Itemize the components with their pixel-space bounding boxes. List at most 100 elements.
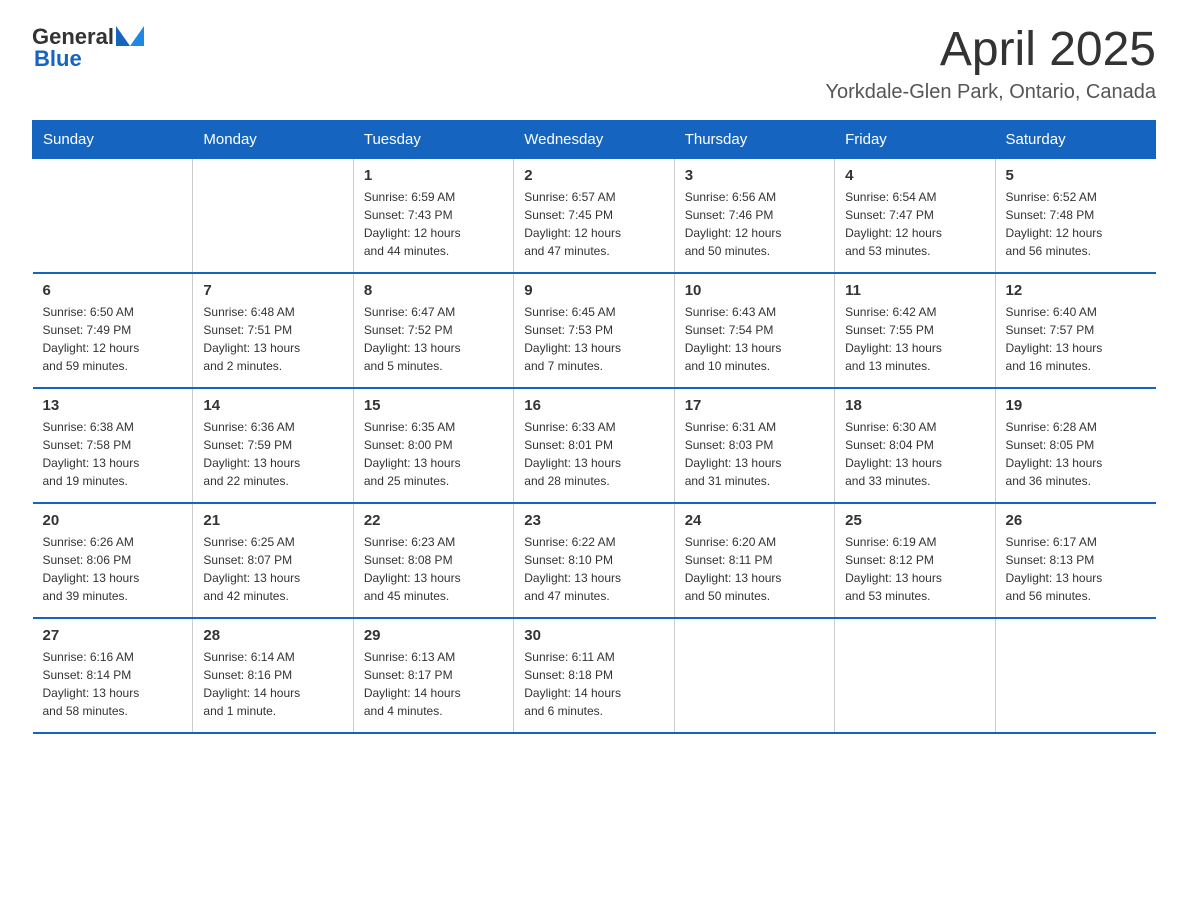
calendar-cell: 22 Sunrise: 6:23 AMSunset: 8:08 PMDayligh… <box>353 503 513 618</box>
day-number: 6 <box>43 282 183 299</box>
day-info: Sunrise: 6:54 AMSunset: 7:47 PMDaylight:… <box>845 188 984 260</box>
day-info: Sunrise: 6:38 AMSunset: 7:58 PMDaylight:… <box>43 418 183 490</box>
calendar-header-friday: Friday <box>835 120 995 158</box>
day-number: 18 <box>845 397 984 414</box>
day-info: Sunrise: 6:35 AMSunset: 8:00 PMDaylight:… <box>364 418 503 490</box>
day-number: 16 <box>524 397 663 414</box>
day-info: Sunrise: 6:26 AMSunset: 8:06 PMDaylight:… <box>43 533 183 605</box>
calendar-cell: 27 Sunrise: 6:16 AMSunset: 8:14 PMDayligh… <box>33 618 193 733</box>
calendar-cell: 19 Sunrise: 6:28 AMSunset: 8:05 PMDayligh… <box>995 388 1155 503</box>
day-info: Sunrise: 6:11 AMSunset: 8:18 PMDaylight:… <box>524 648 663 720</box>
calendar-cell: 30Sunrise: 6:11 AMSunset: 8:18 PMDayligh… <box>514 618 674 733</box>
day-number: 14 <box>203 397 342 414</box>
day-number: 19 <box>1006 397 1146 414</box>
location-subtitle: Yorkdale-Glen Park, Ontario, Canada <box>825 81 1156 104</box>
title-block: April 2025 Yorkdale-Glen Park, Ontario, … <box>825 24 1156 104</box>
day-info: Sunrise: 6:59 AMSunset: 7:43 PMDaylight:… <box>364 188 503 260</box>
day-number: 2 <box>524 167 663 184</box>
day-number: 22 <box>364 512 503 529</box>
calendar-header-thursday: Thursday <box>674 120 834 158</box>
calendar-cell: 1 Sunrise: 6:59 AMSunset: 7:43 PMDaylight… <box>353 158 513 273</box>
day-number: 7 <box>203 282 342 299</box>
calendar-cell: 14 Sunrise: 6:36 AMSunset: 7:59 PMDayligh… <box>193 388 353 503</box>
calendar-cell: 26Sunrise: 6:17 AMSunset: 8:13 PMDayligh… <box>995 503 1155 618</box>
calendar-cell: 17Sunrise: 6:31 AMSunset: 8:03 PMDayligh… <box>674 388 834 503</box>
day-number: 13 <box>43 397 183 414</box>
day-info: Sunrise: 6:33 AMSunset: 8:01 PMDaylight:… <box>524 418 663 490</box>
day-info: Sunrise: 6:52 AMSunset: 7:48 PMDaylight:… <box>1006 188 1146 260</box>
day-info: Sunrise: 6:50 AMSunset: 7:49 PMDaylight:… <box>43 303 183 375</box>
day-number: 9 <box>524 282 663 299</box>
calendar-cell <box>674 618 834 733</box>
calendar-cell: 5 Sunrise: 6:52 AMSunset: 7:48 PMDaylight… <box>995 158 1155 273</box>
day-info: Sunrise: 6:13 AMSunset: 8:17 PMDaylight:… <box>364 648 503 720</box>
calendar-header-saturday: Saturday <box>995 120 1155 158</box>
calendar-header-tuesday: Tuesday <box>353 120 513 158</box>
calendar-cell: 18 Sunrise: 6:30 AMSunset: 8:04 PMDayligh… <box>835 388 995 503</box>
calendar-cell: 7 Sunrise: 6:48 AMSunset: 7:51 PMDaylight… <box>193 273 353 388</box>
day-number: 4 <box>845 167 984 184</box>
calendar-cell <box>835 618 995 733</box>
calendar-cell: 12 Sunrise: 6:40 AMSunset: 7:57 PMDayligh… <box>995 273 1155 388</box>
calendar-cell: 28Sunrise: 6:14 AMSunset: 8:16 PMDayligh… <box>193 618 353 733</box>
calendar-header-wednesday: Wednesday <box>514 120 674 158</box>
day-info: Sunrise: 6:40 AMSunset: 7:57 PMDaylight:… <box>1006 303 1146 375</box>
calendar-cell: 13 Sunrise: 6:38 AMSunset: 7:58 PMDayligh… <box>33 388 193 503</box>
day-number: 25 <box>845 512 984 529</box>
day-number: 17 <box>685 397 824 414</box>
day-info: Sunrise: 6:16 AMSunset: 8:14 PMDaylight:… <box>43 648 183 720</box>
day-number: 15 <box>364 397 503 414</box>
calendar-header-row: SundayMondayTuesdayWednesdayThursdayFrid… <box>33 120 1156 158</box>
day-info: Sunrise: 6:19 AMSunset: 8:12 PMDaylight:… <box>845 533 984 605</box>
day-number: 3 <box>685 167 824 184</box>
calendar-cell: 3Sunrise: 6:56 AMSunset: 7:46 PMDaylight… <box>674 158 834 273</box>
calendar-week-row: 20 Sunrise: 6:26 AMSunset: 8:06 PMDayligh… <box>33 503 1156 618</box>
calendar-cell <box>193 158 353 273</box>
day-info: Sunrise: 6:20 AMSunset: 8:11 PMDaylight:… <box>685 533 824 605</box>
calendar-cell: 2 Sunrise: 6:57 AMSunset: 7:45 PMDaylight… <box>514 158 674 273</box>
day-number: 1 <box>364 167 503 184</box>
day-info: Sunrise: 6:36 AMSunset: 7:59 PMDaylight:… <box>203 418 342 490</box>
calendar-table: SundayMondayTuesdayWednesdayThursdayFrid… <box>32 120 1156 734</box>
calendar-week-row: 13 Sunrise: 6:38 AMSunset: 7:58 PMDayligh… <box>33 388 1156 503</box>
day-number: 10 <box>685 282 824 299</box>
calendar-cell: 9Sunrise: 6:45 AMSunset: 7:53 PMDaylight… <box>514 273 674 388</box>
calendar-cell: 16 Sunrise: 6:33 AMSunset: 8:01 PMDayligh… <box>514 388 674 503</box>
day-number: 23 <box>524 512 663 529</box>
day-number: 24 <box>685 512 824 529</box>
day-info: Sunrise: 6:48 AMSunset: 7:51 PMDaylight:… <box>203 303 342 375</box>
calendar-cell: 11Sunrise: 6:42 AMSunset: 7:55 PMDayligh… <box>835 273 995 388</box>
logo-blue-text: Blue <box>34 46 82 72</box>
day-number: 20 <box>43 512 183 529</box>
day-info: Sunrise: 6:22 AMSunset: 8:10 PMDaylight:… <box>524 533 663 605</box>
day-info: Sunrise: 6:23 AMSunset: 8:08 PMDaylight:… <box>364 533 503 605</box>
day-number: 5 <box>1006 167 1146 184</box>
calendar-cell: 4 Sunrise: 6:54 AMSunset: 7:47 PMDaylight… <box>835 158 995 273</box>
page-header: General Blue April 2025 Yorkdale-Glen Pa… <box>32 24 1156 104</box>
calendar-week-row: 1 Sunrise: 6:59 AMSunset: 7:43 PMDaylight… <box>33 158 1156 273</box>
calendar-cell: 8Sunrise: 6:47 AMSunset: 7:52 PMDaylight… <box>353 273 513 388</box>
logo: General Blue <box>32 24 144 72</box>
calendar-cell <box>33 158 193 273</box>
calendar-cell: 10 Sunrise: 6:43 AMSunset: 7:54 PMDayligh… <box>674 273 834 388</box>
day-info: Sunrise: 6:30 AMSunset: 8:04 PMDaylight:… <box>845 418 984 490</box>
calendar-cell: 29 Sunrise: 6:13 AMSunset: 8:17 PMDayligh… <box>353 618 513 733</box>
day-info: Sunrise: 6:57 AMSunset: 7:45 PMDaylight:… <box>524 188 663 260</box>
month-year-title: April 2025 <box>825 24 1156 77</box>
day-info: Sunrise: 6:28 AMSunset: 8:05 PMDaylight:… <box>1006 418 1146 490</box>
calendar-cell: 25 Sunrise: 6:19 AMSunset: 8:12 PMDayligh… <box>835 503 995 618</box>
day-number: 27 <box>43 627 183 644</box>
calendar-cell: 21 Sunrise: 6:25 AMSunset: 8:07 PMDayligh… <box>193 503 353 618</box>
calendar-cell: 15 Sunrise: 6:35 AMSunset: 8:00 PMDayligh… <box>353 388 513 503</box>
day-info: Sunrise: 6:25 AMSunset: 8:07 PMDaylight:… <box>203 533 342 605</box>
day-info: Sunrise: 6:43 AMSunset: 7:54 PMDaylight:… <box>685 303 824 375</box>
day-number: 29 <box>364 627 503 644</box>
calendar-week-row: 6 Sunrise: 6:50 AMSunset: 7:49 PMDaylight… <box>33 273 1156 388</box>
day-number: 26 <box>1006 512 1146 529</box>
calendar-cell: 23 Sunrise: 6:22 AMSunset: 8:10 PMDayligh… <box>514 503 674 618</box>
day-number: 11 <box>845 282 984 299</box>
day-number: 28 <box>203 627 342 644</box>
day-number: 21 <box>203 512 342 529</box>
calendar-header-sunday: Sunday <box>33 120 193 158</box>
day-number: 12 <box>1006 282 1146 299</box>
